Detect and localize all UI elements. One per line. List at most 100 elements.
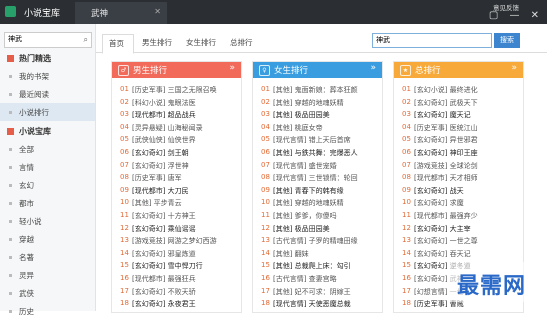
ranking-row[interactable]: 11 [现代都市] 最强弃少 xyxy=(394,211,523,221)
sidebar-item[interactable]: 名著 xyxy=(0,248,95,266)
book-title[interactable]: [其他] 爹爹，你傻吗 xyxy=(273,211,337,221)
book-title[interactable]: [玄幻奇幻] 不败天骄 xyxy=(132,287,196,297)
book-title[interactable]: [玄幻奇幻] 剑王朝 xyxy=(132,148,189,158)
tab-1[interactable]: 男生排行 xyxy=(136,34,176,52)
ranking-row[interactable]: 09 [其他] 青春下的韩有缘 xyxy=(253,186,382,196)
ranking-row[interactable]: 01 [玄幻小说] 最终进化 xyxy=(394,85,523,95)
ranking-row[interactable]: 04 [灵异悬疑] 山海秘闻录 xyxy=(112,123,241,133)
book-title[interactable]: [玄幻奇幻] 永夜君王 xyxy=(132,299,196,309)
ranking-row[interactable]: 08 [现代都市] 天才相师 xyxy=(394,173,523,183)
ranking-row[interactable]: 15 [其他] 总裁爬上床：勾引 xyxy=(253,261,382,271)
sidebar-item[interactable]: 言情 xyxy=(0,158,95,176)
ranking-row[interactable]: 10 [玄幻奇幻] 求魔 xyxy=(394,198,523,208)
book-title[interactable]: [玄幻奇幻] 一世之尊 xyxy=(414,236,478,246)
ranking-column-header[interactable]: ♀ 女生排行 » xyxy=(253,62,382,78)
ranking-row[interactable]: 14 [其他] 翻妹 xyxy=(253,249,382,259)
book-title[interactable]: [其他] 总裁爬上床：勾引 xyxy=(273,261,351,271)
search-button[interactable]: 搜索 xyxy=(494,33,520,48)
book-title[interactable]: [玄幻小说] 最终进化 xyxy=(414,85,478,95)
ranking-row[interactable]: 02 [玄幻奇幻] 武极天下 xyxy=(394,98,523,108)
book-title[interactable]: [历史军事] 三国之无限召唤 xyxy=(132,85,217,95)
book-title[interactable]: [玄幻奇幻] 邪皇炼道 xyxy=(132,249,196,259)
book-title[interactable]: [古代言情] 查妻宫略 xyxy=(273,274,337,284)
search-icon[interactable]: ⌕ xyxy=(84,35,88,45)
ranking-row[interactable]: 17 [其他] 妃不可求：阴嫁王 xyxy=(253,287,382,297)
sidebar-item[interactable]: 灵异 xyxy=(0,266,95,284)
ranking-row[interactable]: 04 [其他] 桃庭女帝 xyxy=(253,123,382,133)
book-title[interactable]: [其他] 穿越的地魂妖精 xyxy=(273,98,344,108)
ranking-row[interactable]: 13 [玄幻奇幻] 一世之尊 xyxy=(394,236,523,246)
book-title[interactable]: [玄幻奇幻] 神印王座 xyxy=(414,148,478,158)
book-title[interactable]: [现代都市] 最强狂兵 xyxy=(132,274,196,284)
ranking-row[interactable]: 07 [玄幻奇幻] 浮世神 xyxy=(112,161,241,171)
book-title[interactable]: [现代言情] 天使恶魔总裁 xyxy=(273,299,351,309)
ranking-row[interactable]: 10 [其他] 穿越的地魂妖精 xyxy=(253,198,382,208)
ranking-row[interactable]: 13 [古代言情] 子罗的精魂田缘 xyxy=(253,236,382,246)
sidebar-item[interactable]: 小说排行 xyxy=(0,103,95,121)
sidebar-item[interactable]: 最近阅读 xyxy=(0,85,95,103)
book-title[interactable]: [玄幻奇幻] 魔天记 xyxy=(414,110,471,120)
book-title[interactable]: [其他] 鬼面新娘：葬本狂颜 xyxy=(273,85,358,95)
ranking-row[interactable]: 03 [现代都市] 超品战兵 xyxy=(112,110,241,120)
sidebar-item[interactable]: 武侠 xyxy=(0,284,95,302)
book-title[interactable]: [玄幻奇幻] 异世邪君 xyxy=(414,135,478,145)
ranking-row[interactable]: 11 [其他] 爹爹，你傻吗 xyxy=(253,211,382,221)
ranking-row[interactable]: 06 [其他] 与鉄共舞：完爆恶人 xyxy=(253,148,382,158)
ranking-row[interactable]: 05 [武侠仙侠] 仙侠世界 xyxy=(112,135,241,145)
book-title[interactable]: [现代言情] 盛世宠婚 xyxy=(273,161,337,171)
book-title[interactable]: [其他] 翻妹 xyxy=(273,249,309,259)
book-title[interactable]: [灵异悬疑] 山海秘闻录 xyxy=(132,123,203,133)
ranking-row[interactable]: 09 [玄幻奇幻] 战天 xyxy=(394,186,523,196)
book-title[interactable]: [现代都市] 大刀民 xyxy=(132,186,189,196)
ranking-row[interactable]: 18 [玄幻奇幻] 永夜君王 xyxy=(112,299,241,309)
book-title[interactable]: [现代言情] 三世锁情：轮回 xyxy=(273,173,358,183)
main-search[interactable] xyxy=(372,33,492,48)
book-title[interactable]: [其他] 极品田园美 xyxy=(273,110,330,120)
sidebar-search[interactable]: ⌕ xyxy=(4,32,92,48)
book-title[interactable]: [其他] 与鉄共舞：完爆恶人 xyxy=(273,148,358,158)
ranking-row[interactable]: 16 [现代都市] 最强狂兵 xyxy=(112,274,241,284)
book-title[interactable]: [现代都市] 天才相师 xyxy=(414,173,478,183)
book-title[interactable]: [现代都市] 超品战兵 xyxy=(132,110,196,120)
book-title[interactable]: [玄幻奇幻] 武极天下 xyxy=(414,98,478,108)
book-title[interactable]: [其他] 平步青云 xyxy=(132,198,182,208)
book-title[interactable]: [武侠仙侠] 仙侠世界 xyxy=(132,135,196,145)
book-title[interactable]: [游戏竞技] 网游之梦幻西游 xyxy=(132,236,217,246)
ranking-row[interactable]: 06 [玄幻奇幻] 剑王朝 xyxy=(112,148,241,158)
ranking-row[interactable]: 11 [玄幻奇幻] 十方神王 xyxy=(112,211,241,221)
sidebar-item[interactable]: 玄幻 xyxy=(0,176,95,194)
ranking-row[interactable]: 03 [玄幻奇幻] 魔天记 xyxy=(394,110,523,120)
more-arrow-icon[interactable]: » xyxy=(511,63,517,73)
book-title[interactable]: [游戏竞技] 全球论剑 xyxy=(414,161,478,171)
sidebar-item[interactable]: 我的书架 xyxy=(0,67,95,85)
book-title[interactable]: [科幻小说] 鬼眼法医 xyxy=(132,98,196,108)
ranking-row[interactable]: 05 [玄幻奇幻] 异世邪君 xyxy=(394,135,523,145)
ranking-row[interactable]: 18 [现代言情] 天使恶魔总裁 xyxy=(253,299,382,309)
ranking-row[interactable]: 07 [现代言情] 盛世宠婚 xyxy=(253,161,382,171)
book-title[interactable]: [玄幻奇幻] 乘仙谣谣 xyxy=(132,224,196,234)
book-title[interactable]: [其他] 桃庭女帝 xyxy=(273,123,323,133)
ranking-row[interactable]: 04 [历史军事] 医统江山 xyxy=(394,123,523,133)
ranking-row[interactable]: 12 [其他] 极品田园美 xyxy=(253,224,382,234)
ranking-row[interactable]: 08 [历史军事] 唐军 xyxy=(112,173,241,183)
tab-0[interactable]: 首页 xyxy=(102,34,134,54)
tab-3[interactable]: 总排行 xyxy=(224,34,258,52)
book-title[interactable]: [玄幻奇幻] 大主宰 xyxy=(414,224,471,234)
book-title[interactable]: [玄幻奇幻] 雪中悍刀行 xyxy=(132,261,203,271)
ranking-row[interactable]: 09 [现代都市] 大刀民 xyxy=(112,186,241,196)
ranking-column-header[interactable]: ★ 总排行 » xyxy=(394,62,523,78)
ranking-row[interactable]: 02 [其他] 穿越的地魂妖精 xyxy=(253,98,382,108)
book-title[interactable]: [玄幻奇幻] 浮世神 xyxy=(132,161,189,171)
ranking-row[interactable]: 06 [玄幻奇幻] 神印王座 xyxy=(394,148,523,158)
sidebar-item[interactable]: 历史 xyxy=(0,302,95,320)
more-arrow-icon[interactable]: » xyxy=(370,63,376,73)
book-title[interactable]: [玄幻奇幻] 十方神王 xyxy=(132,211,196,221)
sidebar-item[interactable]: 全部 xyxy=(0,140,95,158)
ranking-row[interactable]: 14 [玄幻奇幻] 吞天记 xyxy=(394,249,523,259)
ranking-row[interactable]: 08 [现代言情] 三世锁情：轮回 xyxy=(253,173,382,183)
book-title[interactable]: [现代都市] 最强弃少 xyxy=(414,211,478,221)
ranking-row[interactable]: 03 [其他] 极品田园美 xyxy=(253,110,382,120)
ranking-row[interactable]: 05 [现代言情] 错上天后首席 xyxy=(253,135,382,145)
ranking-row[interactable]: 12 [玄幻奇幻] 大主宰 xyxy=(394,224,523,234)
book-title[interactable]: [其他] 极品田园美 xyxy=(273,224,330,234)
